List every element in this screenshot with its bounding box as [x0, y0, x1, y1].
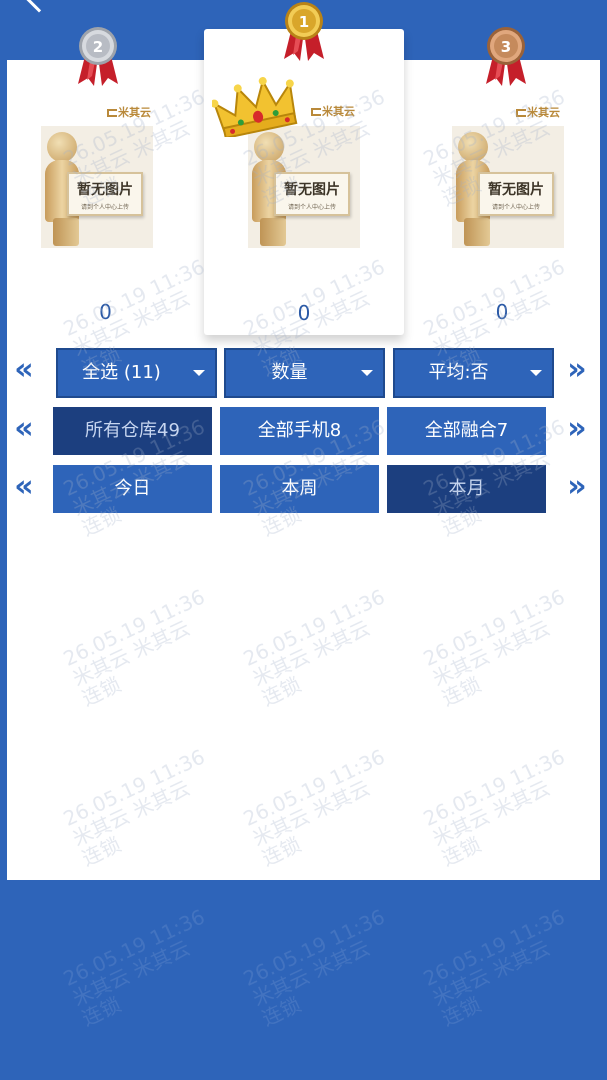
no-image-placeholder: 暂无图片请到个人中心上传: [41, 126, 153, 248]
medal-rank: 3: [501, 38, 511, 56]
sign-subtitle: 请到个人中心上传: [80, 204, 129, 211]
sign-title: 暂无图片: [488, 182, 544, 198]
sign-subtitle: 请到个人中心上传: [287, 204, 336, 211]
score-value: 0: [495, 300, 509, 324]
tab-all-phones[interactable]: 全部手机8: [220, 407, 379, 455]
tab-all-warehouses[interactable]: 所有仓库49: [53, 407, 212, 455]
average-dropdown[interactable]: 平均:否: [393, 348, 554, 398]
caret-down-icon: [361, 370, 373, 376]
tab-this-week[interactable]: 本周: [220, 465, 379, 513]
sign-title: 暂无图片: [77, 182, 133, 198]
brand-logo: 米其云: [516, 104, 560, 120]
select-all-dropdown[interactable]: 全选 (11): [56, 348, 217, 398]
no-image-placeholder: 暂无图片请到个人中心上传: [248, 126, 360, 248]
podium-third: 3 米其云 暂无图片请到个人中心上传 0: [404, 27, 600, 330]
caret-down-icon: [530, 370, 542, 376]
watermark: 26.05.19 11:36 米其云 米其云 连锁: [419, 904, 569, 1031]
brand-logo: 米其云: [311, 103, 355, 119]
quantity-dropdown[interactable]: 数量: [224, 348, 385, 398]
watermark: 26.05.19 11:36 米其云 米其云 连锁: [59, 904, 209, 1031]
gold-medal-icon: 1: [282, 0, 326, 63]
score-value: 0: [297, 301, 311, 325]
tab-this-month[interactable]: 本月: [387, 465, 546, 513]
sign-subtitle: 请到个人中心上传: [491, 204, 540, 211]
dropdown-label: 全选 (11): [82, 362, 161, 383]
sign-title: 暂无图片: [284, 182, 340, 198]
prev-arrow-icon[interactable]: «: [9, 414, 39, 446]
medal-rank: 1: [299, 13, 309, 31]
bronze-medal-icon: 3: [484, 24, 528, 88]
silver-medal-icon: 2: [76, 24, 120, 88]
score-value: 0: [99, 300, 112, 324]
caret-down-icon: [193, 370, 205, 376]
no-image-placeholder: 暂无图片请到个人中心上传: [452, 126, 564, 248]
crown-icon: [210, 77, 300, 140]
back-icon[interactable]: [23, 0, 55, 13]
prev-arrow-icon[interactable]: «: [9, 472, 39, 504]
brand-logo: 米其云: [107, 104, 151, 120]
next-arrow-icon[interactable]: »: [562, 414, 592, 446]
podium-second: 2 米其云 暂无图片请到个人中心上传 0: [7, 27, 204, 330]
tab-today[interactable]: 今日: [53, 465, 212, 513]
dropdown-label: 平均:否: [428, 362, 489, 383]
dropdown-label: 数量: [271, 362, 308, 383]
watermark: 26.05.19 11:36 米其云 米其云 连锁: [239, 904, 389, 1031]
medal-rank: 2: [93, 38, 103, 56]
tab-all-fusion[interactable]: 全部融合7: [387, 407, 546, 455]
prev-arrow-icon[interactable]: «: [9, 355, 39, 387]
next-arrow-icon[interactable]: »: [562, 472, 592, 504]
next-arrow-icon[interactable]: »: [562, 355, 592, 387]
podium-first: 1 米其云 暂无图片请到个人中心上传 0: [204, 2, 404, 335]
